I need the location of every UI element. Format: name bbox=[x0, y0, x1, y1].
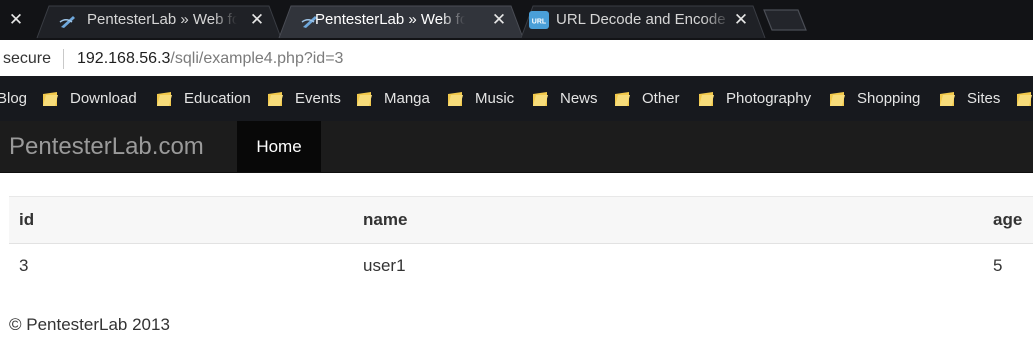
bookmark-label: Sites bbox=[967, 90, 1001, 107]
pentesterlab-favicon-icon bbox=[59, 16, 75, 28]
tab-pentesterlab-2[interactable]: PentesterLab » Web for Pentester ✕ bbox=[278, 4, 524, 39]
table-cell-age: 5 bbox=[993, 256, 1003, 275]
url-path: /sqli/example4.php?id=3 bbox=[170, 50, 344, 67]
security-label[interactable]: secure bbox=[3, 50, 51, 68]
bookmarks-bar: Blog Download Education Events Manga Mus… bbox=[0, 76, 1033, 121]
bookmark-label: Events bbox=[295, 90, 341, 107]
table-header-row: id name age bbox=[9, 196, 1033, 244]
url-host: 192.168.56.3 bbox=[77, 50, 171, 67]
bookmark-label: Photography bbox=[726, 90, 812, 107]
folder-icon bbox=[1017, 92, 1032, 106]
site-brand-link[interactable]: PentesterLab.com bbox=[9, 133, 204, 161]
tab-title: PentesterLab » Web for Pentester bbox=[87, 11, 237, 28]
bookmark-label: Education bbox=[184, 90, 251, 107]
folder-icon bbox=[157, 92, 172, 106]
folder-icon bbox=[448, 92, 463, 106]
url-field[interactable]: 192.168.56.3/sqli/example4.php?id=3 bbox=[77, 50, 343, 68]
table-cell-name: user1 bbox=[363, 256, 406, 275]
page-footer: © PentesterLab 2013 bbox=[9, 315, 170, 334]
folder-icon bbox=[830, 92, 845, 106]
bookmark-label: Download bbox=[70, 90, 137, 107]
table-header-age: age bbox=[993, 210, 1023, 229]
site-navbar: PentesterLab.com Home bbox=[0, 121, 1033, 173]
tab-close-button[interactable]: ✕ bbox=[733, 10, 749, 30]
bookmark-label: Blog bbox=[0, 90, 28, 107]
table-cell-id: 3 bbox=[19, 256, 29, 275]
bookmark-label: Manga bbox=[384, 90, 430, 107]
bookmark-label: News bbox=[560, 90, 598, 107]
tab-close-button[interactable]: ✕ bbox=[8, 10, 24, 30]
tab-url-decode[interactable]: URL URL Decode and Encode - Online ✕ bbox=[520, 4, 766, 39]
folder-icon bbox=[357, 92, 372, 106]
folder-icon bbox=[533, 92, 548, 106]
folder-icon bbox=[268, 92, 283, 106]
table-header-name: name bbox=[363, 210, 408, 229]
folder-icon bbox=[699, 92, 714, 106]
tab-title: PentesterLab » Web for Pentester bbox=[315, 11, 465, 28]
tab-close-button[interactable]: ✕ bbox=[491, 10, 507, 30]
url-favicon-text: URL bbox=[532, 19, 547, 26]
tab-strip: ✕ PentesterLab » Web for Pentester ✕ Pen… bbox=[0, 0, 1033, 40]
folder-icon bbox=[940, 92, 955, 106]
address-bar[interactable]: secure 192.168.56.3/sqli/example4.php?id… bbox=[0, 40, 1033, 76]
bookmark-label: Music bbox=[475, 90, 515, 107]
url-favicon-icon: URL bbox=[529, 11, 549, 29]
bookmark-label: Shopping bbox=[857, 90, 921, 107]
bookmark-label: Other bbox=[642, 90, 680, 107]
tab-title: URL Decode and Encode - Online bbox=[556, 11, 731, 28]
folder-icon bbox=[43, 92, 58, 106]
tab-pentesterlab-1[interactable]: PentesterLab » Web for Pentester ✕ bbox=[36, 4, 282, 39]
folder-icon bbox=[615, 92, 630, 106]
nav-home-link[interactable]: Home bbox=[237, 121, 321, 172]
new-tab-button[interactable] bbox=[762, 9, 808, 31]
tab-close-button[interactable]: ✕ bbox=[249, 10, 265, 30]
table-header-id: id bbox=[19, 210, 35, 229]
address-divider bbox=[63, 49, 64, 69]
table-row: 3 user1 5 bbox=[9, 243, 1033, 288]
